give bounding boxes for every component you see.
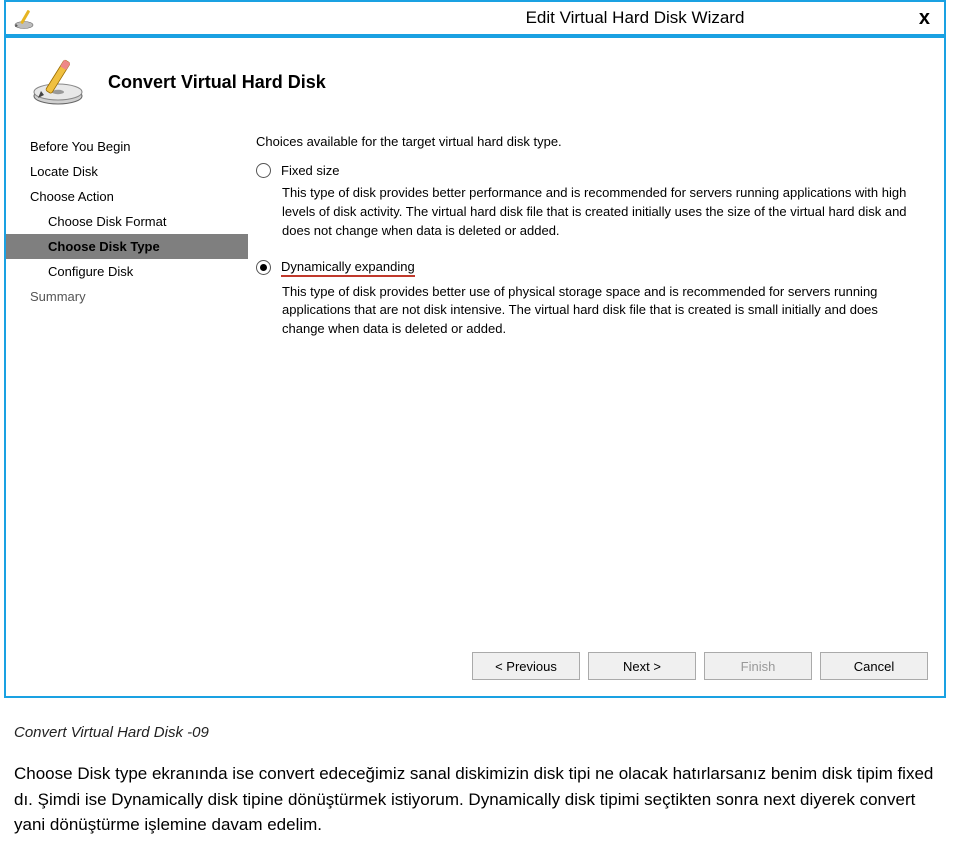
disk-pencil-icon [30, 58, 92, 106]
wizard-header: Convert Virtual Hard Disk [6, 38, 944, 128]
radio-option-dynamically-expanding[interactable]: Dynamically expanding [256, 259, 924, 277]
radio-indicator[interactable] [256, 163, 271, 178]
window-title: Edit Virtual Hard Disk Wizard [326, 8, 944, 28]
radio-label: Dynamically expanding [281, 259, 415, 277]
previous-button[interactable]: < Previous [472, 652, 580, 680]
wizard-buttons: < Previous Next > Finish Cancel [6, 638, 944, 696]
radio-label: Fixed size [281, 163, 340, 178]
sidebar-item-choose-disk-type[interactable]: Choose Disk Type [6, 234, 248, 259]
cancel-button[interactable]: Cancel [820, 652, 928, 680]
article-section: Convert Virtual Hard Disk -09 Choose Dis… [4, 698, 946, 838]
radio-indicator[interactable] [256, 260, 271, 275]
wizard-window: Edit Virtual Hard Disk Wizard x Convert … [4, 0, 946, 698]
main-intro-text: Choices available for the target virtual… [256, 134, 924, 149]
sidebar-item-choose-action[interactable]: Choose Action [6, 184, 248, 209]
article-caption: Convert Virtual Hard Disk -09 [14, 724, 936, 741]
radio-group: Fixed size This type of disk provides bet… [256, 163, 924, 339]
article-body: Choose Disk type ekranında ise convert e… [14, 761, 936, 838]
app-icon [12, 6, 36, 30]
radio-description: This type of disk provides better use of… [282, 283, 924, 340]
wizard-heading: Convert Virtual Hard Disk [108, 72, 326, 93]
next-button[interactable]: Next > [588, 652, 696, 680]
radio-description: This type of disk provides better perfor… [282, 184, 924, 241]
sidebar-item-before-you-begin[interactable]: Before You Begin [6, 134, 248, 159]
sidebar-item-summary[interactable]: Summary [6, 284, 248, 309]
sidebar-item-configure-disk[interactable]: Configure Disk [6, 259, 248, 284]
wizard-sidebar: Before You BeginLocate DiskChoose Action… [6, 128, 248, 638]
titlebar: Edit Virtual Hard Disk Wizard x [6, 2, 944, 34]
radio-option-fixed-size[interactable]: Fixed size [256, 163, 924, 178]
finish-button: Finish [704, 652, 812, 680]
wizard-content: Before You BeginLocate DiskChoose Action… [6, 128, 944, 638]
sidebar-item-choose-disk-format[interactable]: Choose Disk Format [6, 209, 248, 234]
sidebar-item-locate-disk[interactable]: Locate Disk [6, 159, 248, 184]
wizard-main: Choices available for the target virtual… [248, 128, 944, 638]
